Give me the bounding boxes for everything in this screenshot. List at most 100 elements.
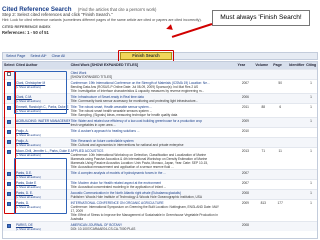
year-cell: 2009 xyxy=(241,201,249,205)
page-cell xyxy=(272,70,288,79)
cited-work-line: fresh vegetables in open area ... xyxy=(70,123,117,127)
volume-cell xyxy=(254,94,272,103)
citing-articles-cell[interactable] xyxy=(305,70,317,79)
year-cell xyxy=(236,138,254,147)
cited-work-cell: Cited Work [SHOW EXPANDED TITLES] xyxy=(70,70,237,79)
identifier-cell xyxy=(288,222,305,231)
identifier-cell xyxy=(288,180,305,189)
select-page-button[interactable]: Select Page xyxy=(5,54,26,58)
annotation-callout: Must always 'Finish Search! xyxy=(212,10,310,26)
volume-cell xyxy=(254,128,272,137)
identifier-cell xyxy=(288,128,305,137)
year-cell: 2008 xyxy=(241,191,249,195)
author-group-highlight xyxy=(14,71,67,114)
cited-work-cell: INTERNATIONAL CONFERENCE ON ORGANIC AGRI… xyxy=(70,200,237,221)
cited-work-line: Title: A complex analysis of models of h… xyxy=(70,171,166,175)
year-cell: 2013 xyxy=(241,149,249,153)
page-cell xyxy=(272,94,288,103)
citing-articles-cell[interactable] xyxy=(305,128,317,137)
cited-work-cell: Title: The robust smart, Health wearable… xyxy=(70,104,237,117)
page-cell xyxy=(272,138,288,147)
citing-articles-cell[interactable] xyxy=(305,170,317,179)
page-cell: 11 xyxy=(278,149,282,153)
col-cited-author[interactable]: Cited Author xyxy=(15,62,70,69)
table-row: PARKS, DE [+ Show all authors] AMERICAN JO… xyxy=(3,221,317,231)
show-all-authors-link[interactable]: [+ Show all authors] xyxy=(16,143,69,147)
cited-work-cell: Title: Modern vision for Health related … xyxy=(70,180,237,189)
identifier-cell xyxy=(288,118,305,127)
show-all-authors-link[interactable]: [+ Show all authors] xyxy=(16,153,69,157)
cited-author-cell: Fraijo, A. [+ Show all authors] xyxy=(15,138,70,147)
select-all-button[interactable]: Select All* xyxy=(29,54,47,58)
citing-articles-cell[interactable] xyxy=(305,138,317,147)
page-cell xyxy=(272,190,288,199)
citing-articles-cell[interactable]: 1 xyxy=(305,80,317,93)
volume-cell xyxy=(254,190,272,199)
cited-work-cell: Title: A complex analysis of models of h… xyxy=(70,170,237,179)
cited-work-line: Title: Community bank sensor accessory f… xyxy=(70,99,199,103)
citing-articles-cell[interactable]: 1 xyxy=(305,180,317,189)
cited-author-cell: PARKS, DE [+ Show all authors] xyxy=(15,222,70,231)
citing-articles-cell[interactable]: 1 xyxy=(305,118,317,127)
identifier-cell xyxy=(288,70,305,79)
cited-work-line: Title: A custom's approach to heating so… xyxy=(70,129,140,133)
row-checkbox[interactable] xyxy=(6,224,11,228)
cited-work-line: Title: Effect of Stress to Improve the M… xyxy=(70,213,218,217)
cited-work-line: DOI: 10.1007/CARAAE04-CS-CA-T000 PLAS xyxy=(70,227,136,231)
citing-articles-cell[interactable]: 1 xyxy=(305,104,317,117)
citing-articles-cell[interactable]: 1 xyxy=(305,200,317,221)
citing-articles-cell[interactable]: 1 xyxy=(305,148,317,169)
year-cell: 2006 xyxy=(241,95,249,99)
identifier-cell xyxy=(288,104,305,117)
cited-work-line: Title: Investigation of Interface charac… xyxy=(70,89,205,93)
references-count: References: 1 - 50 of 51 xyxy=(2,30,49,35)
cited-author-cell: Fraijo, A. [+ Show all authors] xyxy=(15,128,70,137)
table-row: ACIBUILDING: WATER MANAGEMENT Title: Wate… xyxy=(3,117,317,127)
cited-author-link[interactable]: ACIBUILDING: WATER MANAGEMENT xyxy=(16,119,70,123)
citing-articles-cell[interactable]: 1 xyxy=(305,94,317,103)
volume-cell: 71 xyxy=(261,149,266,153)
page-cell: 6 xyxy=(279,105,282,109)
cited-work-cell: APPLIED ACOUSTICS Conference: 10th Intern… xyxy=(70,148,237,169)
col-identifier: Identifier xyxy=(289,63,305,67)
cited-work-line: Title: Cultural and agronomics in interv… xyxy=(70,143,184,147)
show-all-authors-link[interactable]: [+ Show all authors] xyxy=(16,227,69,231)
cited-work-cell: Acoustic Communication in the North Atla… xyxy=(70,190,237,199)
identifier-cell xyxy=(288,94,305,103)
page-cell: 50 xyxy=(278,81,282,85)
col-volume[interactable]: Volume xyxy=(254,62,272,69)
cited-work-line: Publisher: Woods Hole Institute of Techn… xyxy=(70,195,203,199)
table-header: Select Cited Author Cited Work [SHOW EXP… xyxy=(3,62,317,69)
year-cell: 2007 xyxy=(241,181,249,185)
col-citing-articles: Citing Articles xyxy=(306,63,317,67)
show-all-authors-link[interactable]: [+ Show all authors] xyxy=(16,133,69,137)
volume-cell xyxy=(254,80,272,93)
cited-work-cell: Conference: 19th International Conferenc… xyxy=(70,80,237,93)
volume-cell xyxy=(254,170,272,179)
volume-cell xyxy=(254,180,272,189)
col-page[interactable]: Page xyxy=(272,62,288,69)
row-select-cell xyxy=(3,222,15,231)
page-cell: 177 xyxy=(277,201,283,205)
col-cited-work[interactable]: Cited Work [SHOW EXPANDED TITLES] xyxy=(70,62,237,69)
identifier-cell xyxy=(288,80,305,93)
table-row: Fraijo, A. [+ Show all authors] Title: A c… xyxy=(3,127,317,137)
cited-work-cell: Title: Infrastructure of Smart-ready in … xyxy=(70,94,237,103)
cited-work-cell: Title: A custom's approach to heating so… xyxy=(70,128,237,137)
page-cell xyxy=(272,170,288,179)
volume-cell: 88 xyxy=(261,105,266,109)
volume-cell: 813 xyxy=(260,201,266,205)
page-cell xyxy=(272,222,288,231)
year-cell: 2008 xyxy=(241,223,249,227)
citing-articles-cell[interactable] xyxy=(305,222,317,231)
clear-all-button[interactable]: Clear All xyxy=(51,54,66,58)
cited-work-line: Australia xyxy=(70,217,83,221)
cited-work-cell: AMERICAN JOURNAL OF BOTANY DOI: 10.1007/C… xyxy=(70,222,237,231)
cited-work-line: Title: Acoustical measurement and applic… xyxy=(70,165,174,169)
citing-articles-cell[interactable]: 1 xyxy=(305,190,317,199)
year-cell xyxy=(236,70,254,79)
col-year[interactable]: Year xyxy=(237,62,255,69)
cited-work-cell: Title: Research on future controllable s… xyxy=(70,138,237,147)
identifier-cell xyxy=(288,190,305,199)
col-select: Select xyxy=(4,63,15,67)
